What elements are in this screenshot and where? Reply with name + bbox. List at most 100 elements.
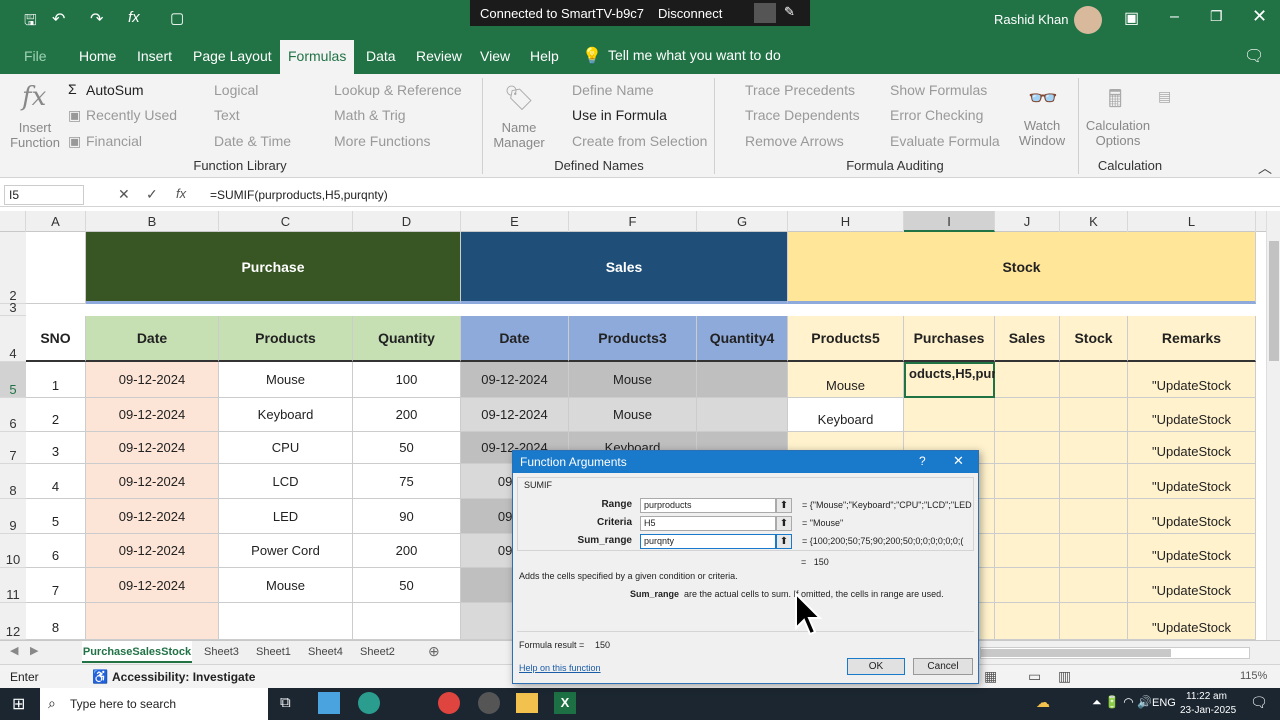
- row-header[interactable]: 9: [0, 499, 26, 534]
- sheet-tab-purchasesalesstock[interactable]: PurchaseSalesStock: [82, 641, 192, 663]
- insert-function-fx-icon[interactable]: fx: [176, 186, 186, 201]
- column-header-j[interactable]: J: [995, 211, 1060, 232]
- trace-precedents-button[interactable]: Trace Precedents: [745, 82, 855, 98]
- purchase-product-cell[interactable]: Mouse: [219, 568, 353, 603]
- autosum-button[interactable]: AutoSum: [86, 82, 144, 98]
- insert-function-qat-icon[interactable]: fx: [128, 9, 140, 26]
- sno-cell[interactable]: 7: [26, 568, 86, 603]
- normal-view-icon[interactable]: ▦: [984, 668, 997, 685]
- calculation-options-button[interactable]: Calculation Options: [1082, 118, 1154, 148]
- purchases-cell[interactable]: [904, 398, 995, 432]
- stock-product-cell[interactable]: Mouse: [788, 362, 904, 398]
- language-indicator[interactable]: ENG: [1152, 697, 1176, 709]
- row-header[interactable]: 5: [0, 362, 26, 398]
- stock-cell[interactable]: [1060, 499, 1128, 534]
- comments-icon[interactable]: 🗨: [1244, 46, 1264, 66]
- row-header[interactable]: 2: [0, 232, 26, 304]
- sno-cell[interactable]: 8: [26, 603, 86, 640]
- insert-function-button[interactable]: Insert Function: [6, 120, 64, 150]
- maximize-icon[interactable]: ❐: [1210, 8, 1223, 25]
- sheet-tab-sheet1[interactable]: Sheet1: [256, 641, 291, 663]
- sheet-tab-sheet4[interactable]: Sheet4: [308, 641, 343, 663]
- taskbar-search[interactable]: ⌕ Type here to search: [40, 688, 268, 720]
- column-title-sales[interactable]: Sales: [995, 316, 1060, 362]
- hscroll-thumb[interactable]: [981, 649, 1171, 657]
- column-title-quantity[interactable]: Quantity: [353, 316, 461, 362]
- windows-start-icon[interactable]: ⊞: [12, 694, 25, 714]
- sales-cell[interactable]: [995, 432, 1060, 464]
- tell-me-search[interactable]: Tell me what you want to do: [608, 47, 781, 63]
- chrome-icon[interactable]: [438, 692, 460, 714]
- purchase-date-cell[interactable]: [86, 603, 219, 640]
- remarks-cell[interactable]: "UpdateStock: [1128, 568, 1256, 603]
- sales-quantity-cell[interactable]: [697, 362, 788, 398]
- column-title-stock[interactable]: Stock: [1060, 316, 1128, 362]
- column-header-l[interactable]: L: [1128, 211, 1256, 232]
- recently-used-button[interactable]: Recently Used: [86, 107, 177, 123]
- calculate-now-icon[interactable]: ▤: [1158, 88, 1171, 105]
- task-view-icon[interactable]: ⧉: [280, 694, 291, 711]
- redo-icon[interactable]: ↷: [90, 9, 103, 29]
- app-icon[interactable]: [318, 692, 340, 714]
- name-manager-button[interactable]: Name Manager: [488, 120, 550, 150]
- sales-cell[interactable]: [995, 534, 1060, 568]
- settings-icon[interactable]: [754, 3, 776, 23]
- purchase-product-cell[interactable]: Mouse: [219, 362, 353, 398]
- create-from-selection-button[interactable]: Create from Selection: [572, 133, 707, 149]
- cancel-button[interactable]: Cancel: [913, 658, 973, 675]
- disconnect-button[interactable]: Disconnect: [658, 6, 722, 21]
- logical-button[interactable]: Logical: [214, 82, 258, 98]
- column-title-date[interactable]: Date: [461, 316, 569, 362]
- cell[interactable]: [26, 232, 86, 304]
- error-checking-button[interactable]: Error Checking: [890, 107, 983, 123]
- column-header-i[interactable]: I: [904, 211, 995, 232]
- minimize-icon[interactable]: –: [1170, 8, 1179, 26]
- sheet-tab-sheet3[interactable]: Sheet3: [204, 641, 239, 663]
- vertical-scrollbar[interactable]: [1266, 211, 1280, 640]
- clock-date[interactable]: 23-Jan-2025: [1180, 705, 1236, 716]
- column-header-g[interactable]: G: [697, 211, 788, 232]
- purchase-quantity-cell[interactable]: 75: [353, 464, 461, 499]
- row-header[interactable]: 6: [0, 398, 26, 432]
- purchase-product-cell[interactable]: [219, 603, 353, 640]
- tab-view[interactable]: View: [480, 40, 510, 74]
- remarks-cell[interactable]: "UpdateStock: [1128, 603, 1256, 640]
- tab-insert[interactable]: Insert: [137, 40, 172, 74]
- tab-review[interactable]: Review: [416, 40, 462, 74]
- row-header[interactable]: 11: [0, 568, 26, 603]
- row-header[interactable]: 4: [0, 316, 26, 362]
- stock-cell[interactable]: [1060, 534, 1128, 568]
- tab-file[interactable]: File: [24, 40, 47, 74]
- tab-data[interactable]: Data: [366, 40, 396, 74]
- purchase-date-cell[interactable]: 09-12-2024: [86, 534, 219, 568]
- remarks-cell[interactable]: "UpdateStock: [1128, 499, 1256, 534]
- sno-cell[interactable]: 3: [26, 432, 86, 464]
- sales-cell[interactable]: [995, 362, 1060, 398]
- page-layout-view-icon[interactable]: ▭: [1028, 668, 1041, 685]
- new-file-icon[interactable]: ▢: [170, 9, 184, 27]
- sno-cell[interactable]: 4: [26, 464, 86, 499]
- purchase-product-cell[interactable]: Keyboard: [219, 398, 353, 432]
- sno-cell[interactable]: 1: [26, 362, 86, 398]
- sum-range-collapse-icon[interactable]: ⬆: [776, 534, 792, 549]
- sno-cell[interactable]: 5: [26, 499, 86, 534]
- horizontal-scrollbar[interactable]: [980, 647, 1250, 659]
- purchase-date-cell[interactable]: 09-12-2024: [86, 568, 219, 603]
- page-break-view-icon[interactable]: ▥: [1058, 668, 1071, 685]
- sales-cell[interactable]: [995, 499, 1060, 534]
- ribbon-display-icon[interactable]: ▣: [1124, 8, 1139, 28]
- column-title-sno[interactable]: SNO: [26, 316, 86, 362]
- insert-function-icon[interactable]: fx: [22, 82, 46, 112]
- sheet-tab-sheet2[interactable]: Sheet2: [360, 641, 395, 663]
- stock-cell[interactable]: [1060, 464, 1128, 499]
- save-icon[interactable]: 🖫: [24, 10, 37, 35]
- purchase-date-cell[interactable]: 09-12-2024: [86, 362, 219, 398]
- stock-cell[interactable]: [1060, 568, 1128, 603]
- stock-cell[interactable]: [1060, 398, 1128, 432]
- row-header[interactable]: 7: [0, 432, 26, 464]
- purchase-product-cell[interactable]: LCD: [219, 464, 353, 499]
- column-header-h[interactable]: H: [788, 211, 904, 232]
- sno-cell[interactable]: 2: [26, 398, 86, 432]
- purchase-date-cell[interactable]: 09-12-2024: [86, 499, 219, 534]
- purchase-date-cell[interactable]: 09-12-2024: [86, 432, 219, 464]
